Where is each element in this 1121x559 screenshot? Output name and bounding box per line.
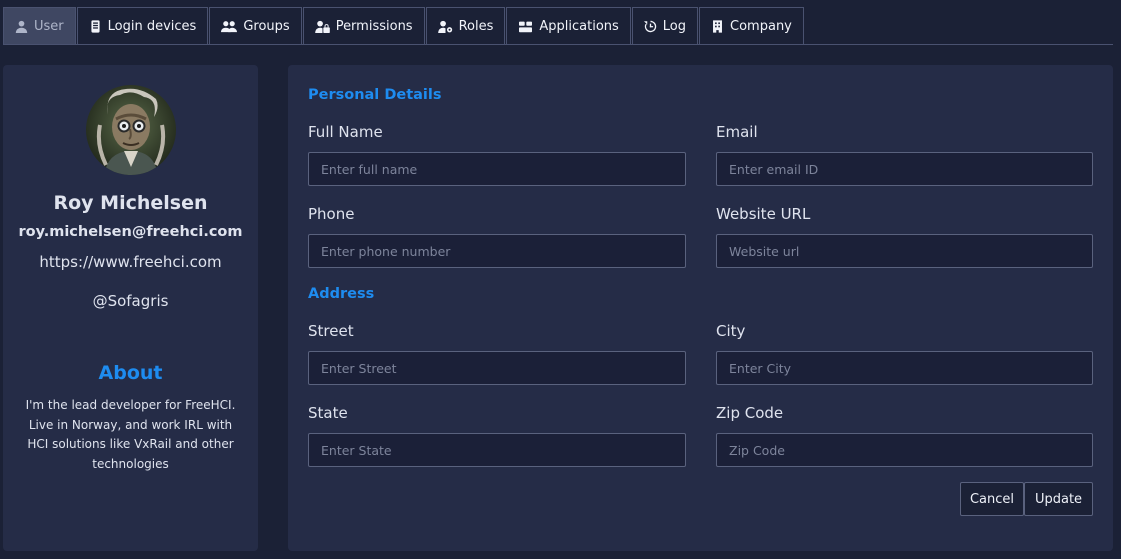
cancel-button[interactable]: Cancel (960, 482, 1024, 516)
zip-code-input[interactable] (716, 433, 1093, 467)
profile-card: Roy Michelsen roy.michelsen@freehci.com … (3, 65, 258, 551)
tab-log[interactable]: Log (631, 7, 699, 44)
boxes-icon (519, 21, 533, 32)
tab-label: User (34, 18, 64, 34)
street-input[interactable] (308, 351, 686, 385)
tab-label: Roles (458, 18, 494, 34)
state-label: State (308, 404, 348, 422)
tab-label: Company (730, 18, 792, 34)
users-icon (221, 20, 238, 32)
user-icon (15, 20, 28, 33)
tab-label: Applications (539, 18, 619, 34)
user-gear-icon (437, 20, 452, 33)
tab-permissions[interactable]: Permissions (302, 7, 425, 44)
avatar (86, 85, 176, 175)
tab-user[interactable]: User (3, 7, 76, 44)
website-input[interactable] (716, 234, 1093, 268)
phone-input[interactable] (308, 234, 686, 268)
tab-groups[interactable]: Groups (209, 7, 302, 44)
zip-code-label: Zip Code (716, 404, 784, 422)
profile-handle: @Sofagris (92, 292, 169, 310)
city-label: City (716, 322, 746, 340)
personal-details-title: Personal Details (308, 87, 442, 103)
profile-website: https://www.freehci.com (39, 253, 222, 271)
city-input[interactable] (716, 351, 1093, 385)
tab-label: Login devices (107, 18, 197, 34)
tab-applications[interactable]: Applications (506, 7, 631, 44)
user-lock-icon (314, 20, 330, 33)
device-icon (91, 19, 100, 33)
tab-login-devices[interactable]: Login devices (76, 7, 209, 44)
tab-company[interactable]: Company (699, 7, 804, 44)
tab-bar: User Login devices Groups Permissions Ro… (3, 7, 1113, 45)
history-icon (643, 20, 657, 32)
building-icon (713, 19, 722, 33)
phone-label: Phone (308, 205, 355, 223)
tab-label: Log (662, 18, 687, 34)
email-input[interactable] (716, 152, 1093, 186)
tab-label: Permissions (335, 18, 413, 34)
state-input[interactable] (308, 433, 686, 467)
tab-label: Groups (243, 18, 290, 34)
about-title: About (98, 362, 163, 384)
about-text: I'm the lead developer for FreeHCI. Live… (25, 398, 236, 471)
profile-email: roy.michelsen@freehci.com (18, 224, 243, 240)
website-label: Website URL (716, 205, 811, 223)
details-form: Personal Details Full Name Email Phone W… (288, 65, 1113, 551)
address-title: Address (308, 286, 375, 302)
full-name-input[interactable] (308, 152, 686, 186)
email-label: Email (716, 123, 758, 141)
tab-roles[interactable]: Roles (425, 7, 506, 44)
profile-name: Roy Michelsen (53, 192, 208, 214)
update-button[interactable]: Update (1024, 482, 1093, 516)
full-name-label: Full Name (308, 123, 383, 141)
street-label: Street (308, 322, 354, 340)
